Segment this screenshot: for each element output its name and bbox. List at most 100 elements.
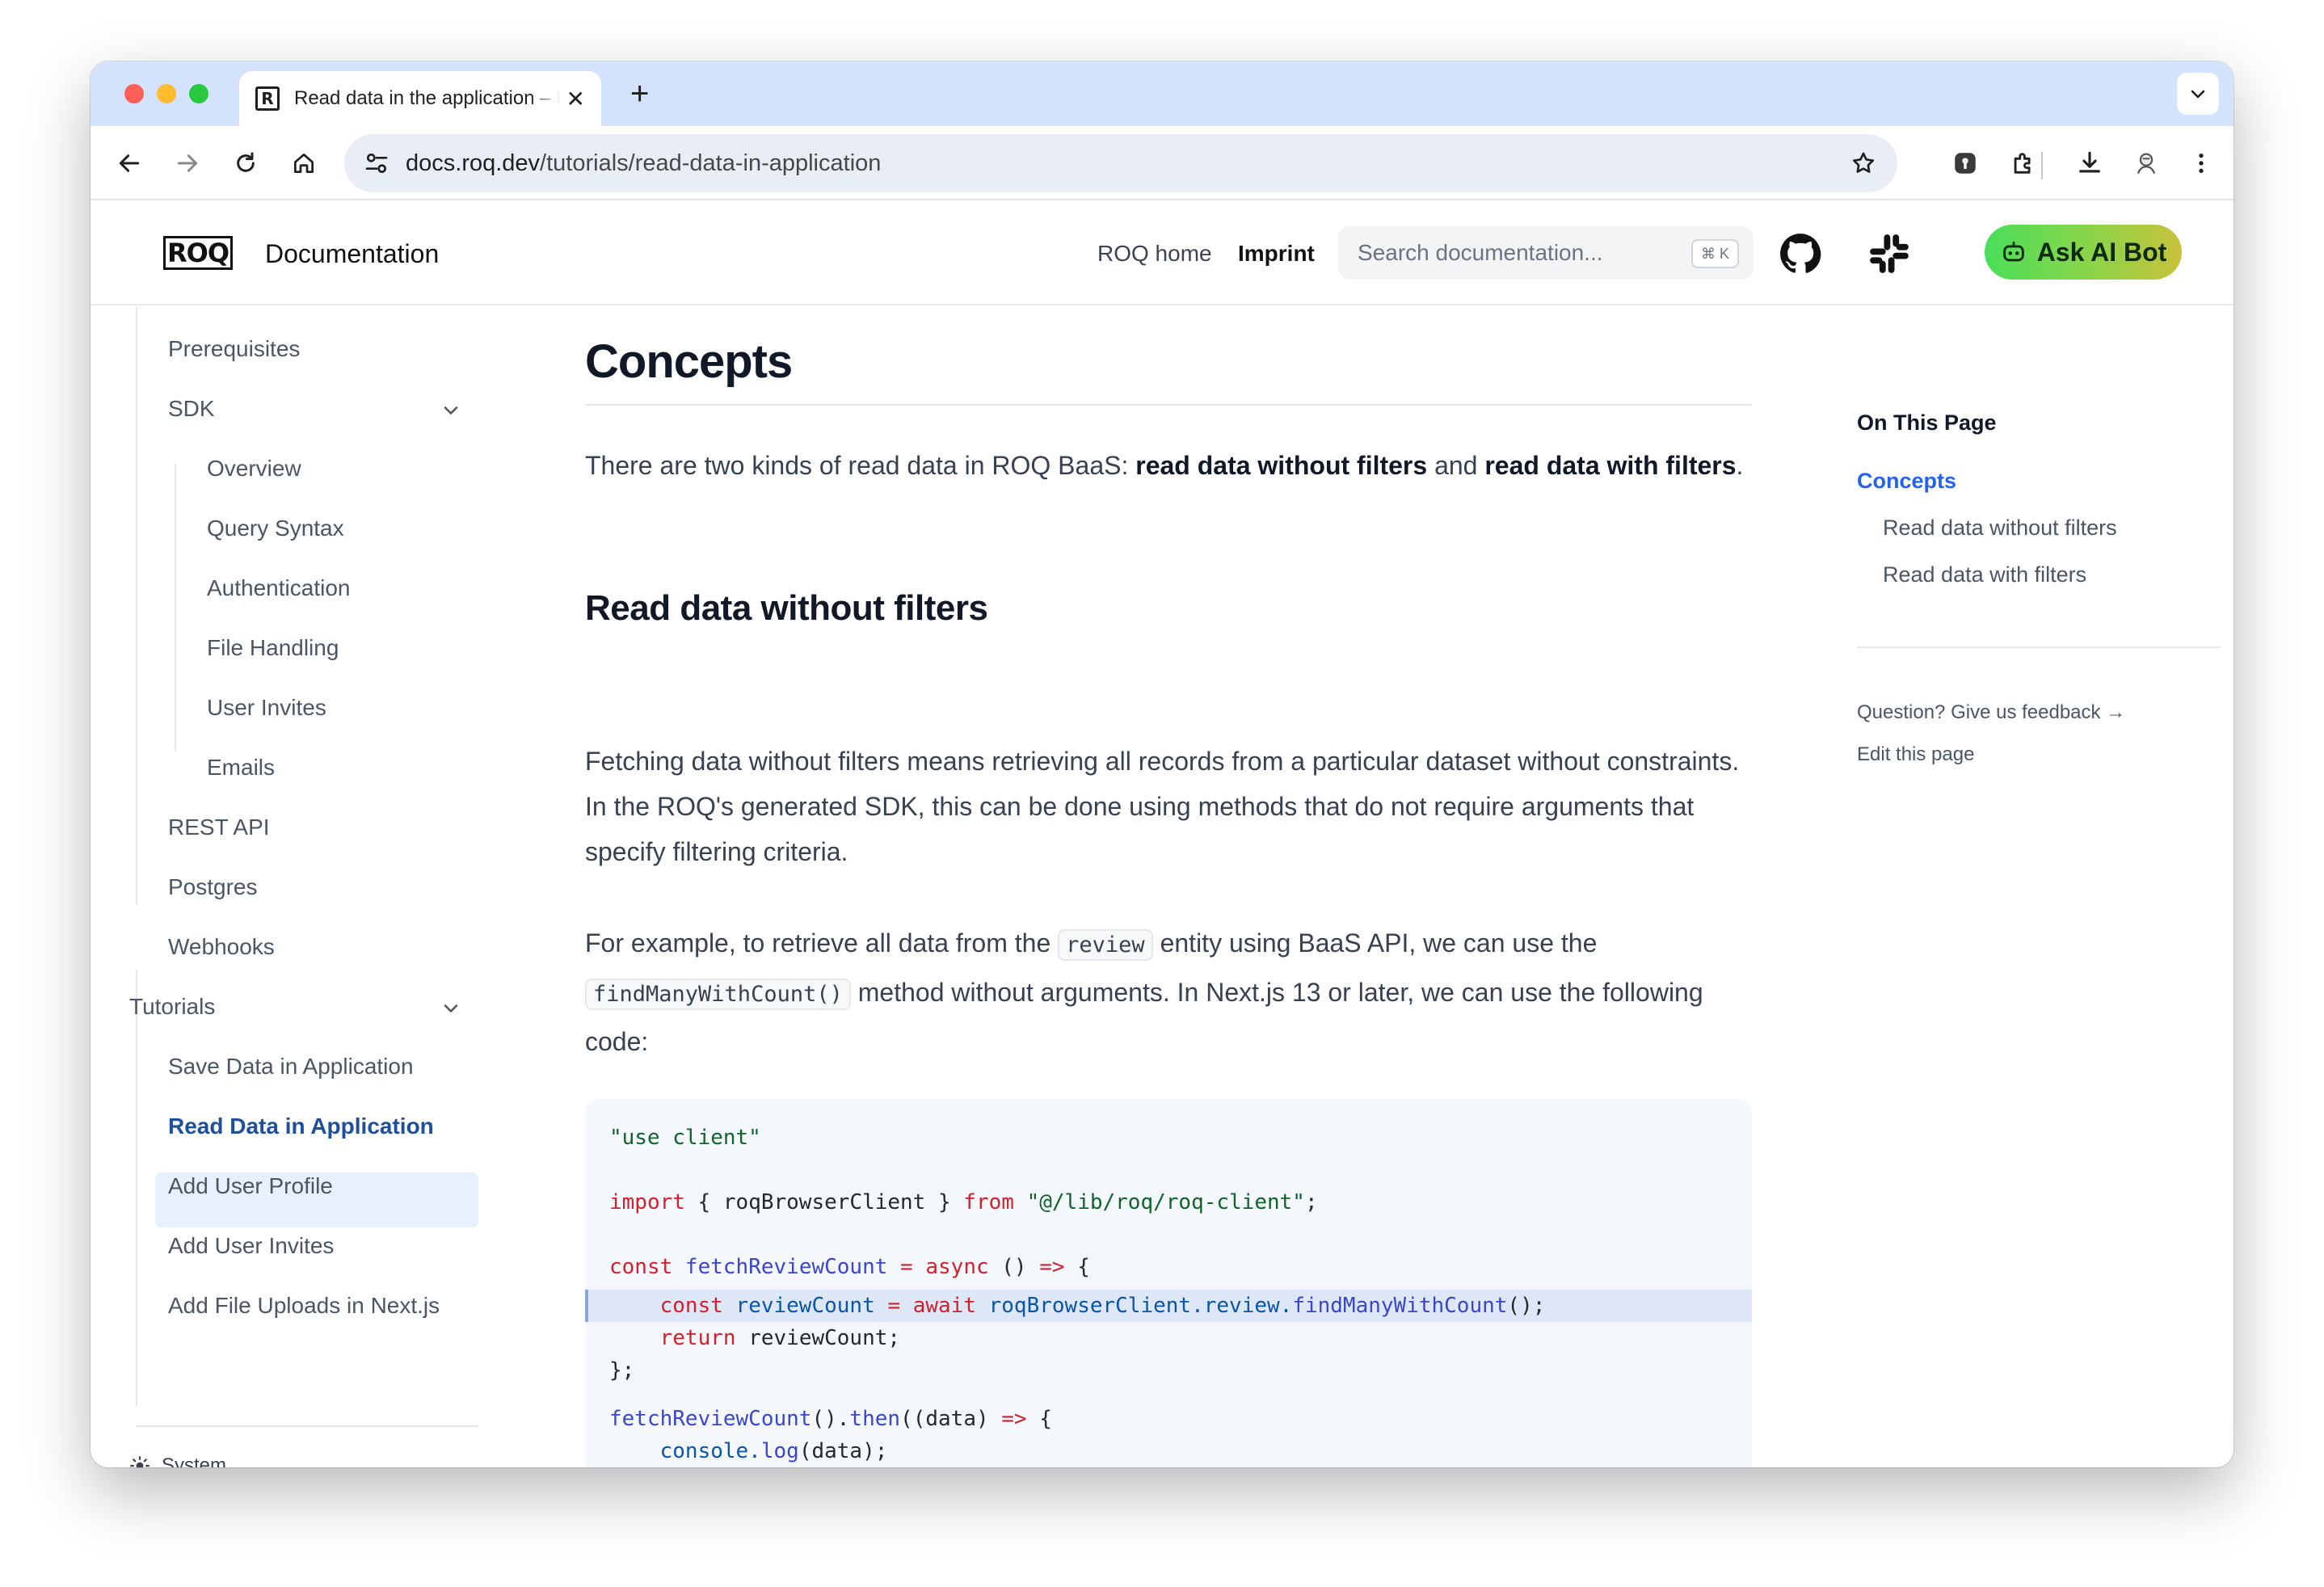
- site-info-icon[interactable]: [362, 149, 391, 178]
- sidebar-item-query-syntax[interactable]: Query Syntax: [207, 516, 344, 541]
- inline-code-findmanywithcount: findManyWithCount(): [585, 979, 851, 1010]
- slack-icon: [1870, 234, 1909, 273]
- left-sidebar: Prerequisites SDK Overview Query Syntax …: [91, 307, 543, 1467]
- site-header: ROQ Documentation ROQ home Imprint Searc…: [91, 200, 2233, 305]
- toc-item-read-without-filters[interactable]: Read data without filters: [1883, 516, 2117, 541]
- browser-window: R Read data in the application – ROQ Doc…: [91, 61, 2233, 1467]
- page-heading-concepts: Concepts: [585, 335, 793, 388]
- github-link[interactable]: [1779, 233, 1821, 275]
- sidebar-item-add-file-uploads[interactable]: Add File Uploads in Next.js: [168, 1293, 440, 1319]
- bookmark-button[interactable]: [1847, 147, 1880, 179]
- theme-switcher[interactable]: System: [129, 1454, 226, 1467]
- feedback-link[interactable]: Question? Give us feedback →: [1857, 701, 2125, 724]
- toc-divider: [1857, 646, 2221, 648]
- code-line-7: return reviewCount;: [609, 1326, 901, 1350]
- search-input[interactable]: Search documentation... ⌘ K: [1338, 226, 1754, 280]
- ask-ai-bot-label: Ask AI Bot: [2036, 237, 2167, 267]
- code-line-10: fetchReviewCount().then((data) => {: [609, 1407, 1052, 1431]
- code-line-6: const reviewCount = await roqBrowserClie…: [609, 1294, 1546, 1318]
- code-line-3: import { roqBrowserClient } from "@/lib/…: [609, 1190, 1318, 1214]
- puzzle-icon: [2014, 153, 2031, 174]
- back-button[interactable]: [112, 145, 147, 181]
- sidebar-item-emails[interactable]: Emails: [207, 755, 275, 781]
- code-line-1: "use client": [609, 1126, 761, 1150]
- sidebar-item-webhooks[interactable]: Webhooks: [168, 934, 275, 960]
- sidebar-item-read-data[interactable]: Read Data in Application: [168, 1113, 434, 1139]
- download-icon: [2079, 151, 2100, 173]
- toc-item-read-with-filters[interactable]: Read data with filters: [1883, 562, 2086, 587]
- downloads-button[interactable]: [2072, 145, 2107, 181]
- inline-code-review: review: [1058, 929, 1153, 961]
- code-line-11: console.log(data);: [609, 1439, 888, 1463]
- sidebar-item-rest-api[interactable]: REST API: [168, 815, 270, 840]
- sidebar-item-add-user-invites[interactable]: Add User Invites: [168, 1233, 334, 1259]
- nav-imprint-link[interactable]: Imprint: [1238, 241, 1315, 267]
- browser-toolbar: docs.roq.dev/tutorials/read-data-in-appl…: [91, 126, 2233, 200]
- toc-title: On This Page: [1857, 410, 1997, 435]
- sidebar-guide-line-sdk: [175, 464, 176, 751]
- sidebar-item-authentication[interactable]: Authentication: [207, 575, 350, 601]
- new-tab-button[interactable]: +: [630, 74, 649, 113]
- search-shortcut-badge: ⌘ K: [1690, 239, 1739, 268]
- robot-icon: [2002, 242, 2024, 262]
- sidebar-item-file-handling[interactable]: File Handling: [207, 635, 339, 661]
- code-block[interactable]: "use client" import { roqBrowserClient }…: [585, 1099, 1752, 1467]
- sidebar-item-overview[interactable]: Overview: [207, 456, 301, 482]
- sidebar-guide-line-tutorials: [136, 970, 137, 1406]
- home-button[interactable]: [286, 145, 322, 181]
- password-manager-button[interactable]: [1947, 145, 1983, 181]
- profile-avatar-icon: [2137, 153, 2156, 175]
- search-placeholder: Search documentation...: [1358, 240, 1603, 265]
- chevron-down-icon: [2191, 90, 2205, 99]
- sidebar-guide-line: [136, 307, 137, 905]
- star-icon: [1852, 152, 1875, 173]
- tab-close-button[interactable]: ✕: [566, 86, 585, 112]
- sidebar-item-tutorials[interactable]: Tutorials: [129, 994, 215, 1020]
- arrow-left-icon: [119, 154, 140, 172]
- roq-favicon-icon: R: [255, 86, 280, 111]
- browser-menu-button[interactable]: [2183, 145, 2219, 181]
- slack-link[interactable]: [1868, 233, 1910, 275]
- sidebar-item-sdk[interactable]: SDK: [168, 396, 215, 422]
- address-bar[interactable]: docs.roq.dev/tutorials/read-data-in-appl…: [344, 134, 1897, 192]
- section-heading-read-without-filters: Read data without filters: [585, 588, 988, 628]
- edit-page-link[interactable]: Edit this page: [1857, 743, 1974, 766]
- url-text: docs.roq.dev/tutorials/read-data-in-appl…: [406, 149, 882, 176]
- home-icon: [294, 154, 314, 173]
- reload-icon: [237, 152, 255, 172]
- kebab-menu-icon: [2199, 154, 2204, 173]
- sidebar-item-user-invites[interactable]: User Invites: [207, 695, 326, 721]
- heading-divider: [585, 404, 1752, 406]
- sidebar-item-postgres[interactable]: Postgres: [168, 874, 258, 900]
- keyhole-icon: [1955, 153, 1976, 174]
- roq-logo[interactable]: ROQ: [163, 236, 233, 270]
- sidebar-scroll-fade: [91, 1406, 478, 1424]
- tab-search-button[interactable]: [2177, 73, 2219, 115]
- sidebar-item-prerequisites[interactable]: Prerequisites: [168, 336, 300, 362]
- example-paragraph: For example, to retrieve all data from t…: [585, 928, 1703, 1056]
- tab-strip: R Read data in the application – ROQ Doc…: [91, 61, 2233, 126]
- close-window-button[interactable]: [124, 84, 144, 103]
- browser-tab-active[interactable]: R Read data in the application – ROQ Doc…: [239, 71, 601, 126]
- nav-roq-home-link[interactable]: ROQ home: [1097, 241, 1212, 267]
- sidebar-item-add-user-profile[interactable]: Add User Profile: [168, 1173, 333, 1199]
- ask-ai-bot-button[interactable]: Ask AI Bot: [1985, 225, 2182, 280]
- extensions-button[interactable]: [2006, 145, 2041, 181]
- tab-title: Read data in the application – ROQ Docs: [294, 87, 561, 109]
- toolbar-separator: [2041, 152, 2043, 179]
- sidebar-divider: [136, 1425, 478, 1427]
- code-line-8: };: [609, 1358, 635, 1383]
- maximize-window-button[interactable]: [189, 84, 208, 103]
- chevron-down-icon[interactable]: [440, 399, 462, 422]
- sidebar-item-save-data[interactable]: Save Data in Application: [168, 1054, 414, 1080]
- minimize-window-button[interactable]: [157, 84, 176, 103]
- intro-paragraph: There are two kinds of read data in ROQ …: [585, 451, 1744, 480]
- documentation-title[interactable]: Documentation: [265, 239, 439, 269]
- forward-button[interactable]: [170, 145, 205, 181]
- profile-button[interactable]: [2128, 145, 2164, 181]
- toc-item-concepts[interactable]: Concepts: [1857, 469, 1956, 494]
- github-icon: [1780, 234, 1821, 273]
- chevron-down-icon[interactable]: [440, 997, 462, 1020]
- reload-button[interactable]: [228, 145, 263, 181]
- code-line-5: const fetchReviewCount = async () => {: [609, 1255, 1090, 1279]
